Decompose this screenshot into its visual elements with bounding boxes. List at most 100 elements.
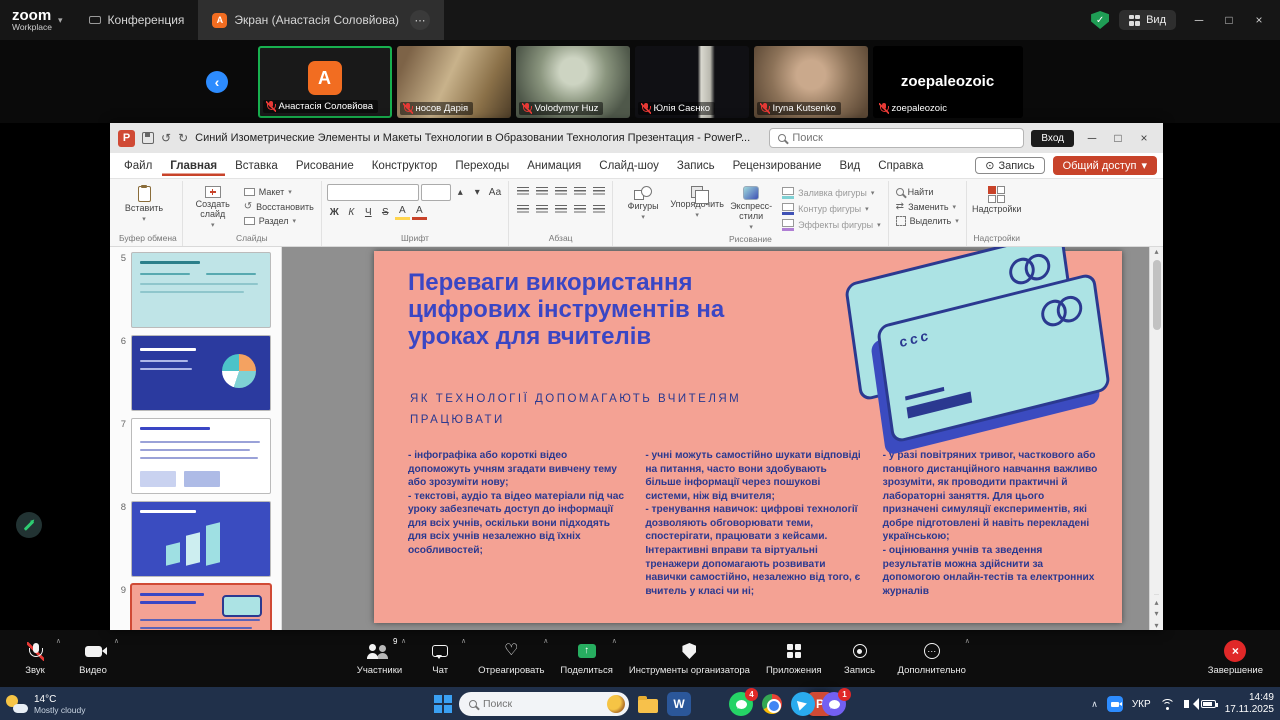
slide-title[interactable]: Переваги використання цифрових інструмен… xyxy=(408,269,748,350)
justify-button[interactable] xyxy=(571,202,588,217)
tab-review[interactable]: Рецензирование xyxy=(725,156,830,176)
slide-subtitle[interactable]: ЯК ТЕХНОЛОГІЇ ДОПОМАГАЮТЬ ВЧИТЕЛЯМ ПРАЦЮ… xyxy=(410,389,780,430)
font-color-button[interactable]: А xyxy=(412,204,427,220)
shapes-button[interactable]: Фигуры ▾ xyxy=(618,184,668,222)
tab-slideshow[interactable]: Слайд-шоу xyxy=(591,156,667,176)
telegram-icon[interactable] xyxy=(791,692,815,716)
slide-column-1[interactable]: - інфографіка або короткі відео допоможу… xyxy=(408,449,625,598)
underline-button[interactable]: Ч xyxy=(361,204,376,220)
text-highlight-button[interactable]: А xyxy=(395,204,410,220)
next-slide-icon[interactable]: ▾ xyxy=(1154,609,1158,618)
previous-slide-icon[interactable]: ▴ xyxy=(1154,598,1158,607)
tab-meeting[interactable]: Конференция xyxy=(75,0,199,40)
ppt-restore-button[interactable]: □ xyxy=(1107,127,1129,149)
battery-icon[interactable] xyxy=(1201,700,1216,708)
slide-thumb-row[interactable]: 9 xyxy=(114,584,277,630)
participant-tile[interactable]: zoepaleozoic zoepaleozoic xyxy=(873,46,1023,118)
change-case-button[interactable]: Аа xyxy=(487,185,503,201)
bold-button[interactable]: Ж xyxy=(327,204,342,220)
scroll-up-icon[interactable]: ▴ xyxy=(1154,247,1158,256)
file-explorer-icon[interactable] xyxy=(636,692,660,716)
hidden-icons-chevron[interactable]: ∧ xyxy=(1091,699,1098,710)
audio-button[interactable]: ∧ Звук xyxy=(6,630,64,687)
chevron-up-icon[interactable]: ∧ xyxy=(543,637,548,645)
security-shield-icon[interactable]: ✓ xyxy=(1091,11,1109,29)
language-indicator[interactable]: УКР xyxy=(1132,699,1151,710)
tab-help[interactable]: Справка xyxy=(870,156,931,176)
start-button[interactable] xyxy=(434,695,452,713)
grow-font-button[interactable]: ▴ xyxy=(453,185,468,201)
apps-button[interactable]: Приложения xyxy=(759,630,829,687)
ppt-close-button[interactable]: × xyxy=(1133,127,1155,149)
tab-shared-screen[interactable]: А Экран (Анастасія Соловйова) ⋯ xyxy=(198,0,444,40)
redo-icon[interactable]: ↻ xyxy=(178,131,188,145)
tab-draw[interactable]: Рисование xyxy=(288,156,362,176)
font-name-combobox[interactable] xyxy=(327,184,419,201)
align-right-button[interactable] xyxy=(552,202,569,217)
slide-editor[interactable]: Переваги використання цифрових інструмен… xyxy=(282,247,1149,630)
align-center-button[interactable] xyxy=(533,202,550,217)
align-left-button[interactable] xyxy=(514,202,531,217)
chevron-up-icon[interactable]: ∧ xyxy=(612,637,617,645)
powerpoint-search[interactable] xyxy=(769,128,1024,148)
increase-indent-button[interactable] xyxy=(571,184,588,199)
wifi-icon[interactable] xyxy=(1160,699,1175,710)
tab-design[interactable]: Конструктор xyxy=(364,156,446,176)
zoom-tray-icon[interactable] xyxy=(1107,696,1123,712)
weather-widget[interactable]: 14°C Mostly cloudy xyxy=(6,694,86,715)
collapse-videos-button[interactable]: ‹ xyxy=(206,71,228,93)
strikethrough-button[interactable]: S xyxy=(378,204,393,220)
chevron-up-icon[interactable]: ∧ xyxy=(965,637,970,645)
volume-icon[interactable] xyxy=(1184,700,1189,708)
italic-button[interactable]: К xyxy=(344,204,359,220)
chevron-up-icon[interactable]: ∧ xyxy=(114,637,119,645)
clock[interactable]: 14:49 17.11.2025 xyxy=(1225,692,1274,717)
participant-tile[interactable]: А Анастасія Соловйова xyxy=(258,46,392,118)
line-spacing-button[interactable] xyxy=(590,202,607,217)
slide-thumbnail[interactable] xyxy=(131,252,271,328)
ppt-minimize-button[interactable]: ─ xyxy=(1081,127,1103,149)
slide-thumbnail[interactable] xyxy=(131,501,271,577)
whatsapp-icon[interactable]: 4 xyxy=(729,692,753,716)
zoom-logo[interactable]: zoom Workplace ▾ xyxy=(0,8,75,32)
shape-outline-button[interactable]: Контур фигуры ▾ xyxy=(780,202,883,216)
quick-styles-button[interactable]: Экспресс-стили ▾ xyxy=(726,184,776,231)
end-meeting-button[interactable]: × Завершение xyxy=(1201,630,1270,687)
taskbar-search[interactable] xyxy=(459,692,629,716)
sign-in-button[interactable]: Вход xyxy=(1031,130,1074,147)
scroll-down-icon[interactable]: ▾ xyxy=(1154,621,1158,630)
word-icon[interactable]: W xyxy=(667,692,691,716)
chevron-up-icon[interactable]: ∧ xyxy=(461,637,466,645)
maximize-button[interactable]: □ xyxy=(1216,7,1242,33)
participant-tile[interactable]: Volodymyr Huz xyxy=(516,46,630,118)
slide-thumbnail-selected[interactable] xyxy=(131,584,271,630)
host-tools-button[interactable]: Инструменты организатора xyxy=(622,630,757,687)
addins-button[interactable]: Надстройки xyxy=(972,184,1022,215)
slide-thumb-row[interactable]: 6 xyxy=(114,335,277,411)
chat-button[interactable]: ∧ Чат xyxy=(411,630,469,687)
participants-button[interactable]: ∧ 9 Участники xyxy=(350,630,409,687)
chevron-up-icon[interactable]: ∧ xyxy=(56,637,61,645)
video-button[interactable]: ∧ Видео xyxy=(64,630,122,687)
scrollbar-thumb[interactable] xyxy=(1153,260,1161,330)
font-size-combobox[interactable] xyxy=(421,184,451,201)
slide-thumb-row[interactable]: 5 xyxy=(114,252,277,328)
current-slide[interactable]: Переваги використання цифрових інструмен… xyxy=(374,251,1122,623)
shrink-font-button[interactable]: ▾ xyxy=(470,185,485,201)
close-button[interactable]: × xyxy=(1246,7,1272,33)
more-button[interactable]: ∧ ⋯ Дополнительно xyxy=(891,630,973,687)
tab-view[interactable]: Вид xyxy=(831,156,868,176)
react-button[interactable]: ∧ ♡ Отреагировать xyxy=(471,630,551,687)
bullets-button[interactable] xyxy=(514,184,531,199)
new-slide-button[interactable]: Создать слайд ▾ xyxy=(188,184,238,229)
annotate-button[interactable] xyxy=(16,512,42,538)
tab-transitions[interactable]: Переходы xyxy=(447,156,517,176)
replace-button[interactable]: ⇄ Заменить ▾ xyxy=(894,200,961,213)
participant-tile[interactable]: носов Дарія xyxy=(397,46,511,118)
arrange-button[interactable]: Упорядочить ▾ xyxy=(672,184,722,220)
shape-fill-button[interactable]: Заливка фигуры ▾ xyxy=(780,186,883,200)
tab-more-icon[interactable]: ⋯ xyxy=(410,10,430,30)
record-button[interactable]: ⊙ Запись xyxy=(975,157,1044,174)
tab-animations[interactable]: Анимация xyxy=(519,156,589,176)
save-icon[interactable] xyxy=(142,132,154,144)
